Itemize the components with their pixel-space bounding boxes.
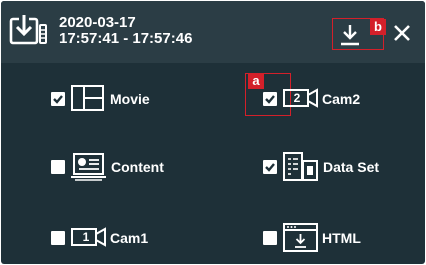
option-cam2[interactable]: 2 Cam2 [263,84,373,114]
cam2-checkbox[interactable] [263,92,277,106]
dialog-header: 2020-03-17 17:57:41 - 17:57:46 b [1,1,425,63]
option-dataset[interactable]: Data Set [263,152,403,182]
monitor-report-icon [71,152,107,187]
callout-b: b [370,19,386,35]
callout-a: a [248,73,264,89]
close-button[interactable] [391,22,413,44]
cam1-label: Cam1 [110,230,149,246]
content-checkbox[interactable] [51,160,65,174]
movie-label: Movie [110,91,150,107]
dataset-icon [283,152,319,187]
option-content[interactable]: Content [51,152,164,182]
recording-date: 2020-03-17 [59,14,136,31]
close-icon [394,25,410,41]
option-cam1[interactable]: 1 Cam1 [51,223,161,253]
export-dialog: 2020-03-17 17:57:41 - 17:57:46 b Movie C… [1,1,425,264]
layout-icon [71,84,105,117]
movie-checkbox[interactable] [51,92,65,106]
export-download-icon [9,15,49,49]
cam2-label: Cam2 [322,91,361,107]
option-movie[interactable]: Movie [51,84,161,114]
content-label: Content [111,159,164,175]
option-html[interactable]: HTML [263,223,373,253]
cam1-checkbox[interactable] [51,231,65,245]
recording-time-range: 17:57:41 - 17:57:46 [59,30,193,47]
dataset-checkbox[interactable] [263,160,277,174]
download-icon [341,25,359,46]
html-checkbox[interactable] [263,231,277,245]
html-label: HTML [322,230,361,246]
cam2-badge: 2 [293,91,301,105]
dataset-label: Data Set [323,159,380,175]
html-download-icon [283,223,319,258]
cam1-badge: 1 [82,230,90,244]
